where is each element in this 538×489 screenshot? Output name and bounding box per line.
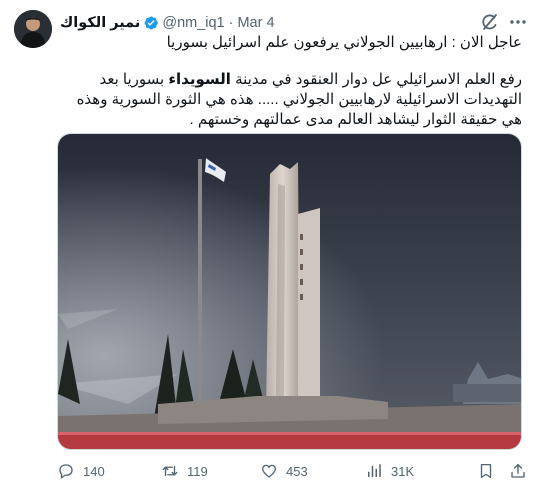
tweet-photo[interactable] (57, 133, 522, 450)
tweet-body-bold: السويداء (168, 71, 231, 88)
like-button[interactable]: 453 (260, 460, 308, 482)
reply-button[interactable]: 140 (57, 460, 105, 482)
tweet-header: نمير الكواك @nm_iq1 · Mar 4 (60, 13, 275, 33)
action-bar: 140 119 453 31K (57, 460, 525, 482)
like-count: 453 (286, 463, 308, 479)
avatar[interactable] (14, 10, 52, 48)
author-handle[interactable]: @nm_iq1 (162, 15, 224, 31)
tweet-headline: عاجل الان : ارهابيين الجولاني يرفعون علم… (166, 34, 522, 51)
views-button[interactable]: 31K (365, 460, 414, 482)
author-name[interactable]: نمير الكواك (60, 15, 140, 31)
share-icon (511, 463, 525, 478)
tweet-date[interactable]: Mar 4 (237, 15, 274, 31)
tweet[interactable]: نمير الكواك @nm_iq1 · Mar 4 عاجل الان : … (0, 0, 538, 489)
tweet-body-part1: رفع العلم الاسرائيلي عل دوار العنقود في … (230, 71, 522, 88)
tweet-body: رفع العلم الاسرائيلي عل دوار العنقود في … (62, 70, 522, 130)
repost-count: 119 (187, 463, 208, 479)
bookmark-button[interactable] (477, 460, 503, 482)
more-icon[interactable] (508, 12, 528, 32)
reply-icon (59, 464, 73, 480)
grok-icon[interactable] (480, 12, 500, 32)
bookmark-icon (480, 463, 492, 479)
views-icon (368, 464, 381, 477)
share-button[interactable] (509, 460, 535, 482)
reply-count: 140 (83, 463, 105, 479)
views-count: 31K (391, 463, 415, 479)
like-icon (261, 464, 277, 478)
verified-icon (143, 15, 159, 31)
separator-dot: · (228, 15, 234, 31)
repost-icon (162, 465, 178, 477)
repost-button[interactable]: 119 (161, 460, 208, 482)
